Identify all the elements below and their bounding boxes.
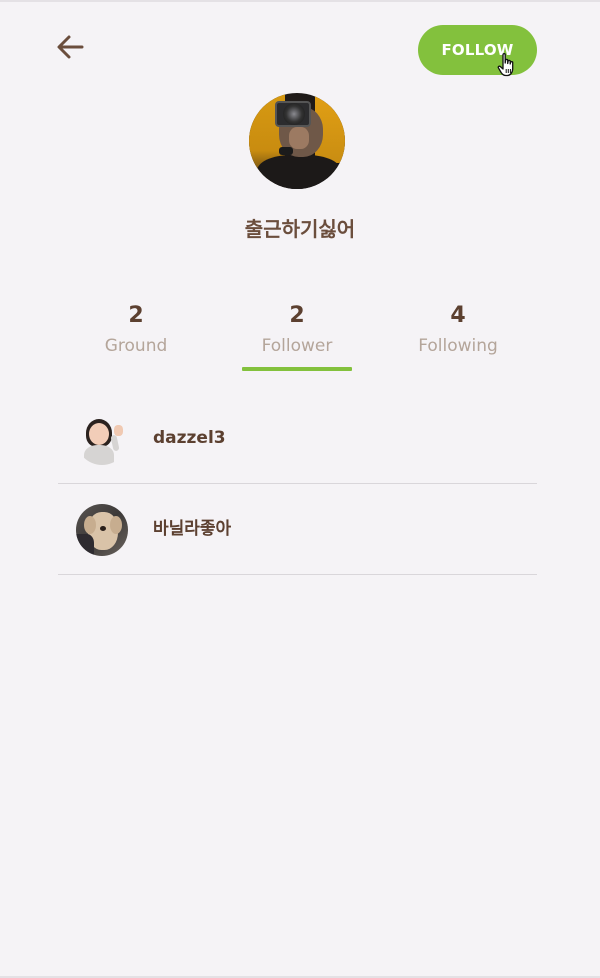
top-divider — [0, 0, 600, 2]
profile-avatar — [249, 93, 345, 189]
ground-label: Ground — [104, 336, 168, 356]
following-label: Following — [418, 336, 498, 356]
hand-pointer-icon — [497, 53, 514, 77]
dog-photo-avatar — [76, 504, 128, 556]
follower-label: Follower — [261, 336, 333, 356]
back-button[interactable] — [54, 30, 90, 64]
ground-count: 2 — [128, 303, 144, 328]
user-name[interactable]: 바닐라좋아 — [153, 484, 231, 575]
follower-count: 2 — [289, 303, 305, 328]
active-tab-indicator — [242, 367, 352, 371]
following-count: 4 — [450, 303, 466, 328]
list-item[interactable]: dazzel3 — [58, 393, 537, 484]
tab-follower[interactable]: 2 Follower — [217, 301, 377, 361]
tab-ground[interactable]: 2 Ground — [56, 301, 216, 361]
follower-list: dazzel3 바닐라좋아 — [58, 393, 537, 575]
tab-following[interactable]: 4 Following — [378, 301, 538, 361]
arrow-left-icon — [57, 35, 84, 59]
list-item[interactable]: 바닐라좋아 — [58, 484, 537, 575]
memoji-waving-avatar — [76, 413, 128, 465]
user-name[interactable]: dazzel3 — [153, 393, 226, 484]
profile-page: FOLLOW 출근하기싫어 2 Ground 2 Follower 4 Foll… — [0, 0, 600, 978]
profile-name: 출근하기싫어 — [244, 217, 356, 241]
